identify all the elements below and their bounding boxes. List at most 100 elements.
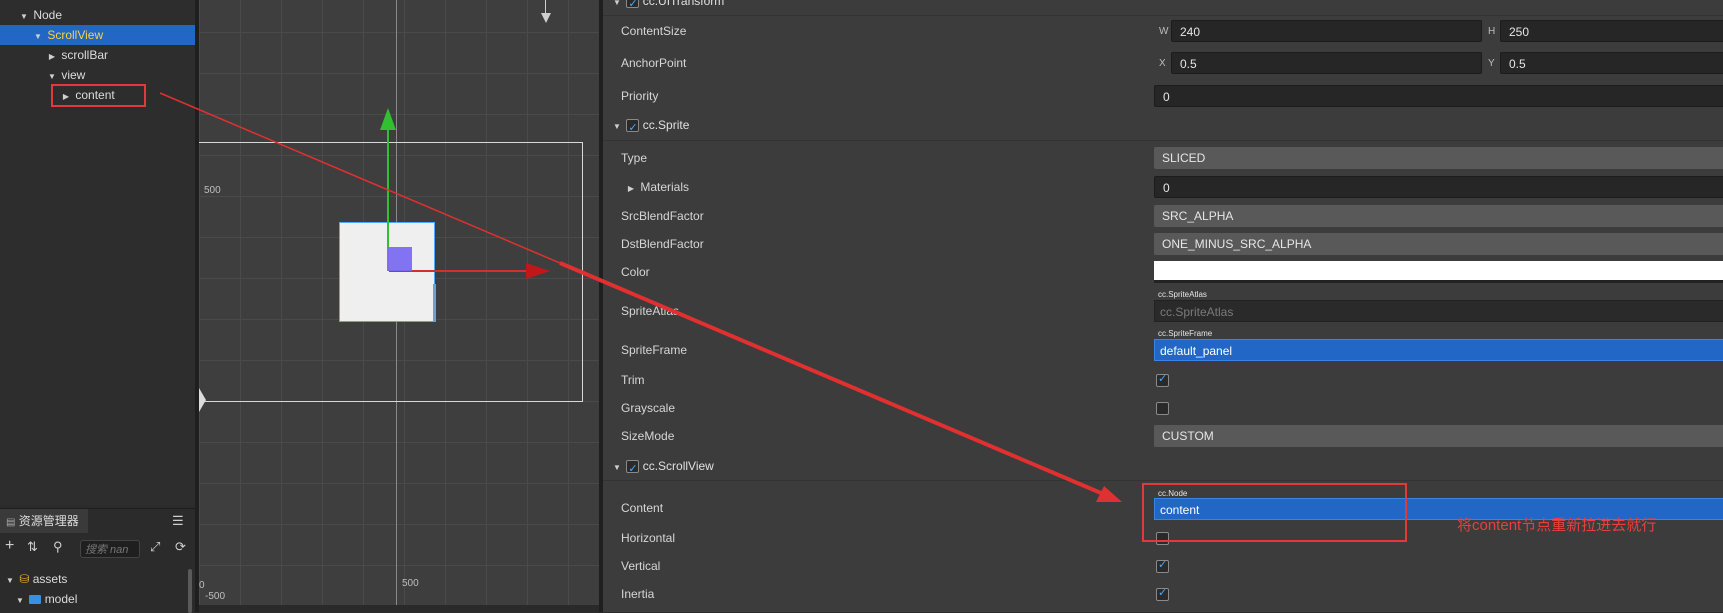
scene-up-arrow-head xyxy=(541,13,551,23)
highlight-box-content-node xyxy=(51,84,146,107)
collapse-all-icon[interactable]: ⤢ xyxy=(150,539,160,555)
scene-view[interactable]: 500 500 0 -500 xyxy=(199,0,599,605)
component-enabled-checkbox[interactable] xyxy=(626,0,640,15)
prop-label-materials[interactable]: ▶ Materials xyxy=(625,180,689,194)
tree-item-label: ScrollView xyxy=(47,28,104,42)
component-enabled-checkbox[interactable] xyxy=(626,458,640,480)
asset-item-label: model xyxy=(44,592,78,606)
asset-item-assets[interactable]: ▼ ⛁ assets xyxy=(0,569,67,589)
move-gizmo-x-arrow-icon[interactable] xyxy=(526,263,550,279)
menu-icon[interactable]: ☰ xyxy=(172,513,184,529)
expand-arrow-icon[interactable]: ▼ xyxy=(14,591,26,611)
x-tag: X xyxy=(1159,58,1166,69)
dst-blend-select[interactable]: ONE_MINUS_SRC_ALPHA xyxy=(1154,233,1723,255)
axis-label: 0 xyxy=(199,580,205,591)
tree-item-label: view xyxy=(61,68,86,82)
axis-label: 500 xyxy=(204,185,221,196)
divider xyxy=(603,15,1723,16)
refresh-icon[interactable]: ⟳ xyxy=(175,539,186,555)
collapse-arrow-icon[interactable]: ▶ xyxy=(625,184,637,193)
assets-panel-icon: ▤ xyxy=(6,517,16,528)
anchor-y-input[interactable]: 0.5 xyxy=(1500,52,1723,74)
expand-arrow-icon[interactable]: ▼ xyxy=(611,116,623,138)
move-gizmo-center-handle[interactable] xyxy=(388,247,412,271)
expand-arrow-icon[interactable]: ▼ xyxy=(611,457,623,479)
w-tag: W xyxy=(1159,26,1169,37)
tree-item-node[interactable]: ▼ Node xyxy=(0,5,195,25)
prop-label-dstblendfactor: DstBlendFactor xyxy=(621,237,704,251)
size-mode-select[interactable]: CUSTOM xyxy=(1154,425,1723,447)
folder-icon xyxy=(29,595,42,605)
tree-item-view[interactable]: ▼ view xyxy=(0,65,195,85)
scene-scrollbar[interactable] xyxy=(199,605,599,612)
database-icon: ⛁ xyxy=(19,572,30,586)
prop-label-priority: Priority xyxy=(621,89,659,103)
prop-label-content: Content xyxy=(621,501,664,515)
prop-label-spriteframe: SpriteFrame xyxy=(621,343,688,357)
color-picker[interactable] xyxy=(1154,261,1723,283)
tree-item-scrollbar[interactable]: ▶ scrollBar xyxy=(0,45,195,65)
tree-item-scrollview[interactable]: ▼ ScrollView xyxy=(0,25,195,45)
component-title: cc.UITransform xyxy=(642,0,725,8)
trim-checkbox[interactable] xyxy=(1156,372,1169,387)
sprite-atlas-field[interactable]: cc.SpriteAtlas xyxy=(1154,300,1723,322)
move-gizmo-y-arrow-icon[interactable] xyxy=(380,108,396,130)
assets-tab-label: 资源管理器 xyxy=(18,514,79,528)
scrollbar-sprite xyxy=(433,284,436,322)
sort-icon[interactable]: ⇅ xyxy=(27,539,38,555)
content-size-height-input[interactable]: 250 xyxy=(1500,20,1723,42)
content-size-width-input[interactable]: 240 xyxy=(1171,20,1482,42)
highlight-box-content-field xyxy=(1142,483,1407,542)
expand-arrow-icon[interactable]: ▼ xyxy=(4,571,16,591)
axis-label: -500 xyxy=(205,591,226,602)
prop-label-type: Type xyxy=(621,151,648,165)
component-title: cc.ScrollView xyxy=(642,459,714,473)
component-title: cc.Sprite xyxy=(642,118,690,132)
assets-toolbar: + ⇅ ⚲ 搜索 nan ⤢ ⟳ xyxy=(0,537,195,563)
prop-label-srcblendfactor: SrcBlendFactor xyxy=(621,209,704,223)
divider xyxy=(603,140,1723,141)
priority-input[interactable]: 0 xyxy=(1154,85,1723,107)
tree-item-label: Node xyxy=(33,8,63,22)
hierarchy-panel: ▼ Node ▼ ScrollView ▶ scrollBar ▼ view ▶… xyxy=(0,0,195,505)
tab-assets[interactable]: ▤ 资源管理器 xyxy=(0,509,88,533)
prop-label-trim: Trim xyxy=(621,373,645,387)
prop-label-vertical: Vertical xyxy=(621,559,661,573)
search-input[interactable]: 搜索 nan xyxy=(80,540,140,558)
assets-panel: ▤ 资源管理器 ☰ + ⇅ ⚲ 搜索 nan ⤢ ⟳ ▼ ⛁ assets ▼ … xyxy=(0,508,195,613)
prop-label-sizemode: SizeMode xyxy=(621,429,675,443)
component-enabled-checkbox[interactable] xyxy=(626,117,640,139)
scrollbar[interactable] xyxy=(188,569,192,613)
asset-type-tag: cc.SpriteFrame xyxy=(1156,329,1216,339)
expand-arrow-icon[interactable]: ▼ xyxy=(611,0,623,14)
search-filter-icon[interactable]: ⚲ xyxy=(53,539,63,555)
collapse-arrow-icon[interactable]: ▶ xyxy=(46,47,58,67)
materials-count-input[interactable]: 0 xyxy=(1154,176,1723,198)
prop-label-color: Color xyxy=(621,265,650,279)
tree-item-label: scrollBar xyxy=(61,48,109,62)
component-header-uitransform[interactable]: ▼ cc.UITransform xyxy=(611,0,725,15)
vertical-checkbox[interactable] xyxy=(1156,558,1169,573)
expand-arrow-icon[interactable]: ▼ xyxy=(18,7,30,27)
prop-label-inertia: Inertia xyxy=(621,587,655,601)
add-icon[interactable]: + xyxy=(5,537,14,555)
asset-item-model[interactable]: ▼ model xyxy=(0,589,77,609)
component-header-sprite[interactable]: ▼ cc.Sprite xyxy=(611,114,690,139)
scene-up-arrow-icon xyxy=(545,0,546,14)
src-blend-select[interactable]: SRC_ALPHA xyxy=(1154,205,1723,227)
asset-type-tag: cc.SpriteAtlas xyxy=(1156,290,1210,300)
component-header-scrollview[interactable]: ▼ cc.ScrollView xyxy=(611,455,714,480)
grayscale-checkbox[interactable] xyxy=(1156,402,1169,415)
expand-arrow-icon[interactable]: ▼ xyxy=(32,27,44,47)
anchor-x-input[interactable]: 0.5 xyxy=(1171,52,1482,74)
prop-label-spriteatlas: SpriteAtlas xyxy=(621,304,680,318)
sprite-frame-field[interactable]: default_panel xyxy=(1154,339,1723,361)
h-tag: H xyxy=(1488,26,1496,37)
prop-label-contentsize: ContentSize xyxy=(621,24,687,38)
y-tag: Y xyxy=(1488,58,1495,69)
inertia-checkbox[interactable] xyxy=(1156,586,1169,601)
annotation-text: 将content节点重新拉进去就行 xyxy=(1457,517,1657,534)
prop-label-horizontal: Horizontal xyxy=(621,531,676,545)
type-select[interactable]: SLICED xyxy=(1154,147,1723,169)
divider xyxy=(603,480,1723,481)
